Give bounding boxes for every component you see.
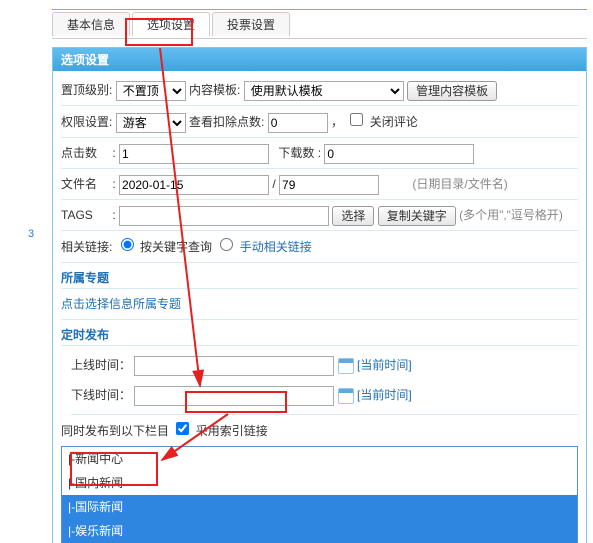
offline-time-input[interactable] <box>134 386 334 406</box>
list-item[interactable]: |-娱乐新闻 <box>62 519 577 543</box>
close-comment-label: 关闭评论 <box>370 115 418 129</box>
close-comment-checkbox[interactable] <box>350 113 363 126</box>
filename-no-input[interactable] <box>279 175 379 195</box>
pin-level-label: 置顶级别: <box>61 79 112 101</box>
topic-section: 所属专题 <box>61 263 578 289</box>
filename-date-input[interactable] <box>119 175 269 195</box>
hits-input[interactable] <box>119 144 269 164</box>
calendar-icon[interactable] <box>338 358 354 374</box>
online-time-input[interactable] <box>134 356 334 376</box>
related-label: 相关链接: <box>61 236 112 258</box>
offline-time-label: 下线时间： <box>71 384 131 406</box>
column-listbox[interactable]: |-新闻中心 |-国内新闻 |-国际新闻 |-娱乐新闻 |-体育新闻|-下载中心… <box>61 446 578 543</box>
panel-title: 选项设置 <box>53 48 586 71</box>
related-manual-radio[interactable] <box>220 238 233 251</box>
tab-options[interactable]: 选项设置 <box>132 12 210 36</box>
choose-topic-link[interactable]: 点击选择信息所属专题 <box>61 297 181 311</box>
select-tags-button[interactable]: 选择 <box>332 206 374 226</box>
related-bykey-radio[interactable] <box>121 238 134 251</box>
perm-label: 权限设置: <box>61 111 112 133</box>
tags-label: TAGS <box>61 204 109 226</box>
calendar-icon[interactable] <box>338 388 354 404</box>
view-deduct-input[interactable] <box>268 113 328 133</box>
use-index-link-label: 采用索引链接 <box>196 424 268 438</box>
schedule-section: 定时发布 <box>61 320 578 346</box>
related-manual-link[interactable]: 手动相关链接 <box>240 240 312 254</box>
tags-hint: (多个用","逗号格开) <box>459 208 563 222</box>
list-item[interactable]: |-国内新闻 <box>62 471 577 495</box>
sync-publish-label: 同时发布到以下栏目 <box>61 420 169 442</box>
download-label: 下载数 <box>278 142 314 164</box>
tags-input[interactable] <box>119 206 329 226</box>
use-index-link-checkbox[interactable] <box>176 422 189 435</box>
filename-label: 文件名 <box>61 173 109 195</box>
options-panel: 选项设置 置顶级别: 不置顶 内容模板: 使用默认模板 管理内容模板 权限设置:… <box>52 47 587 543</box>
perm-select[interactable]: 游客 <box>116 113 186 133</box>
list-item[interactable]: |-新闻中心 <box>62 447 577 471</box>
tab-basic[interactable]: 基本信息 <box>52 12 130 36</box>
related-bykey-label: 按关键字查询 <box>140 240 212 254</box>
template-select[interactable]: 使用默认模板 <box>244 81 404 101</box>
offline-now-link[interactable]: [当前时间] <box>357 388 412 402</box>
manage-template-button[interactable]: 管理内容模板 <box>407 81 497 101</box>
tabs: 基本信息 选项设置 投票设置 <box>52 12 593 38</box>
copy-keywords-button[interactable]: 复制关键字 <box>378 206 456 226</box>
hits-label: 点击数 <box>61 142 109 164</box>
template-label: 内容模板: <box>189 79 240 101</box>
list-item[interactable]: |-国际新闻 <box>62 495 577 519</box>
filename-hint: (日期目录/文件名) <box>412 177 507 191</box>
online-time-label: 上线时间： <box>71 354 131 376</box>
line-number: 3 <box>28 228 34 240</box>
tab-vote[interactable]: 投票设置 <box>212 12 290 36</box>
view-deduct-label: 查看扣除点数: <box>189 111 264 133</box>
online-now-link[interactable]: [当前时间] <box>357 358 412 372</box>
pin-level-select[interactable]: 不置顶 <box>116 81 186 101</box>
download-input[interactable] <box>324 144 474 164</box>
